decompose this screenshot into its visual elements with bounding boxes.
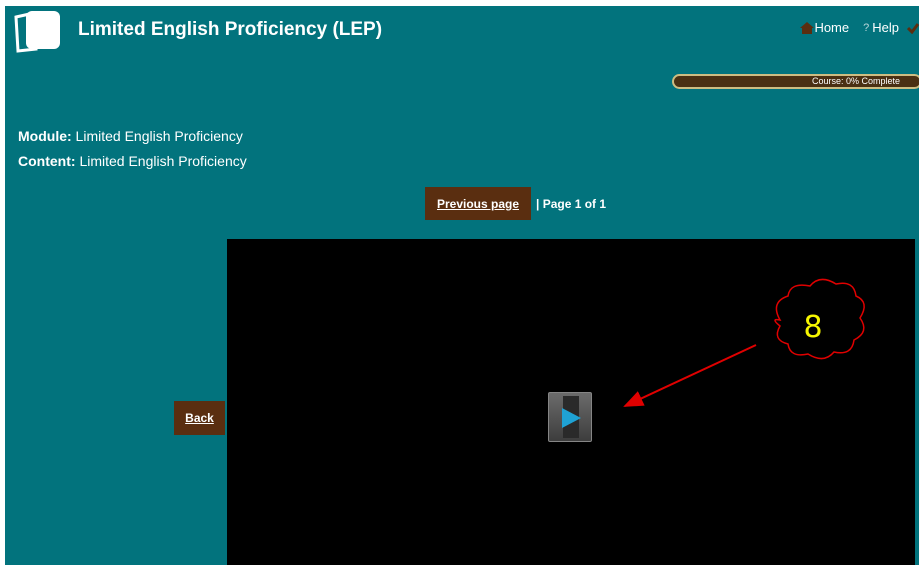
content-key: Content: [18, 153, 76, 169]
back-button[interactable]: Back [174, 401, 225, 435]
content-line: Content: Limited English Proficiency [18, 153, 247, 169]
app-title: Limited English Proficiency (LEP) [78, 19, 383, 40]
home-icon [800, 21, 815, 34]
previous-page-button[interactable]: Previous page [425, 187, 531, 220]
module-value: Limited English Proficiency [75, 128, 243, 144]
content-value: Limited English Proficiency [79, 153, 247, 169]
play-button[interactable] [548, 392, 592, 442]
module-line: Module: Limited English Proficiency [18, 128, 243, 144]
module-key: Module: [18, 128, 72, 144]
help-icon: ? [863, 21, 870, 34]
play-icon [562, 408, 581, 428]
pager: Previous page | Page 1 of 1 [425, 187, 606, 220]
callout-number: 8 [803, 310, 823, 345]
check-icon[interactable] [907, 22, 919, 34]
page-indicator: | Page 1 of 1 [536, 196, 607, 211]
logo-icon [14, 11, 60, 53]
app-window: Limited English Proficiency (LEP) Home ?… [5, 6, 919, 565]
video-player[interactable] [227, 239, 915, 565]
help-link[interactable]: ? Help [863, 20, 899, 35]
top-nav: Home ? Help [800, 20, 919, 35]
progress-label: Course: 0% Complete [811, 76, 900, 86]
header: Limited English Proficiency (LEP) Home ?… [5, 6, 919, 60]
course-progress-bar: Course: 0% Complete [672, 74, 919, 89]
home-link[interactable]: Home [800, 20, 849, 35]
home-label: Home [814, 20, 850, 35]
help-label: Help [872, 20, 899, 35]
